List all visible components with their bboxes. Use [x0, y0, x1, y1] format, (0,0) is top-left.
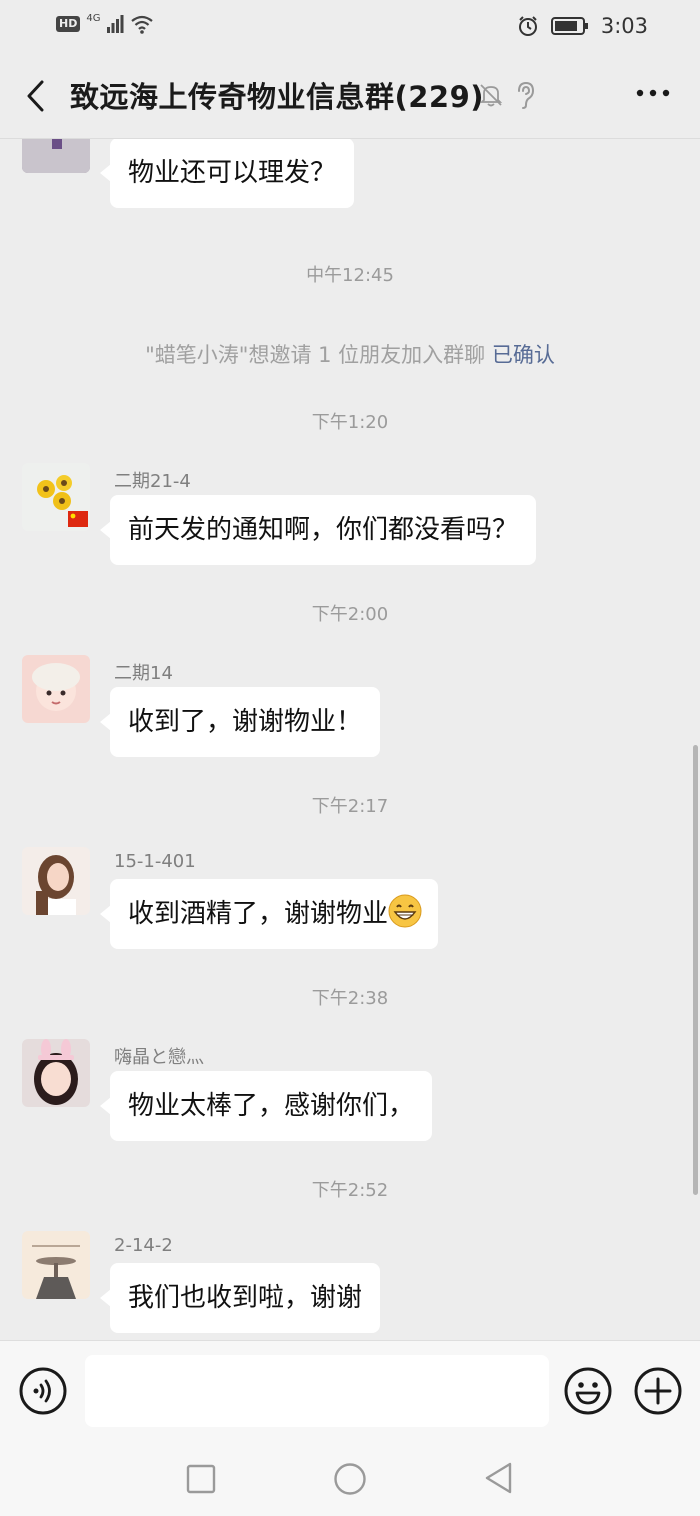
message-text: 收到酒精了，谢谢物业	[128, 899, 389, 929]
avatar-image	[22, 847, 90, 915]
message-bubble[interactable]: 物业太棒了，感谢你们，	[99, 1071, 433, 1141]
status-bar: HD 4G 3:03	[0, 0, 700, 52]
nav-bar	[0, 1440, 700, 1516]
signal-icon	[107, 15, 124, 33]
message-input[interactable]	[85, 1355, 549, 1427]
avatar-image	[22, 139, 90, 173]
more-icon[interactable]	[636, 88, 670, 98]
battery-icon	[550, 17, 588, 35]
avatar-image	[22, 655, 90, 723]
sender-name: 二期21-4	[114, 471, 191, 492]
ear-icon	[518, 81, 535, 109]
sender-name: 二期14	[114, 663, 173, 684]
mute-bell-icon	[479, 84, 503, 107]
message-bubble[interactable]: 收到了，谢谢物业！	[99, 687, 381, 757]
alarm-icon	[518, 16, 537, 36]
network-type: 4G	[86, 12, 101, 24]
avatar[interactable]	[22, 1039, 90, 1107]
timestamp: 下午2:52	[311, 1180, 389, 1201]
hd-badge: HD	[56, 16, 81, 32]
back-nav-icon[interactable]	[483, 1461, 513, 1495]
status-left: HD 4G	[56, 12, 154, 34]
message-bubble[interactable]: 物业还可以理发？	[99, 139, 355, 208]
emoji-icon[interactable]	[563, 1366, 613, 1416]
back-icon	[27, 80, 44, 112]
avatar-image	[22, 463, 90, 531]
sender-name: 15-1-401	[114, 851, 196, 872]
avatar-image	[22, 1231, 90, 1299]
recents-icon[interactable]	[186, 1464, 216, 1494]
timestamp: 下午2:17	[311, 796, 389, 817]
message-bubble[interactable]: 我们也收到啦，谢谢	[99, 1263, 381, 1333]
avatar[interactable]	[22, 1231, 90, 1299]
system-notice: "蜡笔小涛"想邀请 1 位朋友加入群聊 已确认	[0, 339, 700, 369]
system-notice-text: "蜡笔小涛"想邀请 1 位朋友加入群聊	[145, 343, 486, 367]
back-button[interactable]	[18, 76, 54, 116]
avatar[interactable]	[22, 139, 90, 173]
message-bubble[interactable]: 收到酒精了，谢谢物业	[99, 879, 439, 949]
scrollbar[interactable]	[693, 745, 698, 1195]
grin-emoji-icon	[388, 894, 422, 928]
timestamp: 中午12:45	[306, 265, 394, 286]
clock: 3:03	[600, 14, 648, 38]
avatar-image	[22, 1039, 90, 1107]
wifi-icon	[131, 15, 154, 34]
plus-icon[interactable]	[633, 1366, 683, 1416]
status-right: 3:03	[517, 14, 648, 38]
avatar[interactable]	[22, 847, 90, 915]
home-icon[interactable]	[333, 1462, 367, 1496]
sender-name: 2-14-2	[114, 1235, 173, 1256]
timestamp: 下午2:38	[311, 988, 389, 1009]
input-bar	[0, 1340, 700, 1441]
message-bubble[interactable]: 前天发的通知啊，你们都没看吗？	[99, 495, 537, 565]
avatar[interactable]	[22, 463, 90, 531]
timestamp: 下午1:20	[311, 412, 389, 433]
group-title: 致远海上传奇物业信息群(229)	[70, 80, 485, 114]
chat-area[interactable]: 物业还可以理发？ 中午12:45 "蜡笔小涛"想邀请 1 位朋友加入群聊 已确认…	[0, 139, 700, 1339]
title-bar: 致远海上传奇物业信息群(229)	[0, 52, 700, 139]
avatar[interactable]	[22, 655, 90, 723]
timestamp: 下午2:00	[311, 604, 389, 625]
sender-name: 嗨晶と戀灬	[114, 1047, 204, 1068]
confirmed-link[interactable]: 已确认	[492, 343, 555, 367]
voice-icon[interactable]	[18, 1366, 68, 1416]
